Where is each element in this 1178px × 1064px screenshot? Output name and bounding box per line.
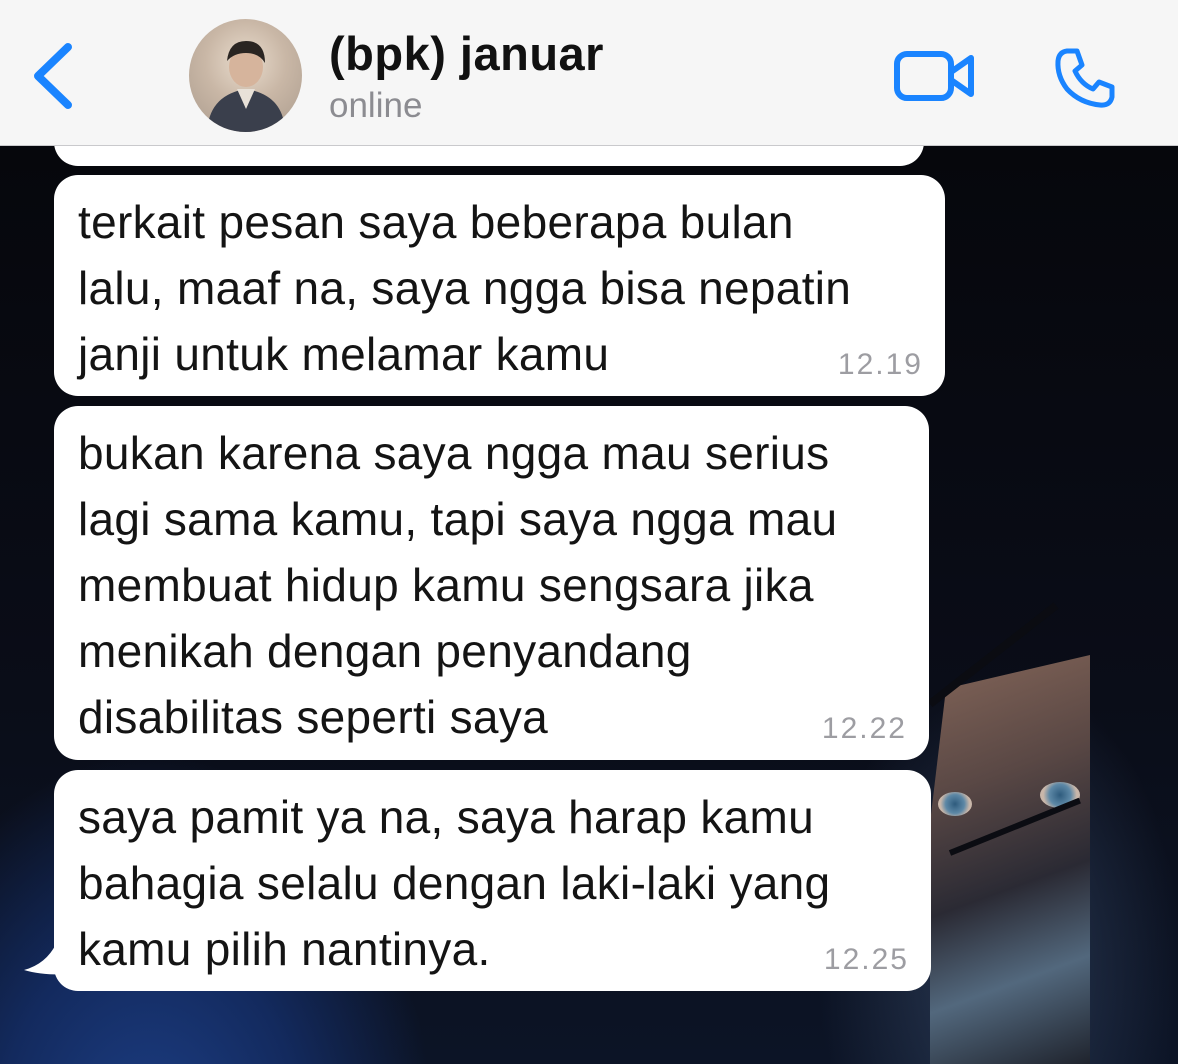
chevron-left-icon	[34, 43, 72, 109]
contact-status: online	[329, 86, 423, 125]
chat-header: (bpk) januar online	[0, 0, 1178, 146]
message-bubble[interactable]: saya pamit ya na, saya harap kamu bahagi…	[54, 770, 931, 991]
wallpaper-image-detail	[938, 792, 972, 816]
video-camera-icon	[894, 51, 974, 101]
back-button[interactable]	[22, 40, 82, 112]
message-time: 12.22	[821, 712, 907, 745]
message-time: 12.25	[823, 943, 909, 976]
video-call-button[interactable]	[890, 45, 980, 107]
message-time: 12.19	[837, 348, 923, 381]
message-text: bukan karena saya ngga mau serius lagi s…	[78, 427, 838, 743]
message-bubble[interactable]: terkait pesan saya beberapa bulan lalu, …	[54, 175, 945, 396]
phone-icon	[1055, 48, 1115, 108]
message-text: saya pamit ya na, saya harap kamu bahagi…	[78, 791, 831, 975]
voice-call-button[interactable]	[1045, 40, 1125, 115]
contact-avatar[interactable]	[189, 19, 302, 132]
wallpaper-image-fragment	[930, 655, 1090, 1064]
avatar-photo	[207, 41, 285, 132]
contact-name[interactable]: (bpk) januar	[329, 26, 604, 81]
message-text: terkait pesan saya beberapa bulan lalu, …	[78, 196, 852, 380]
message-bubble[interactable]: bukan karena saya ngga mau serius lagi s…	[54, 406, 929, 760]
